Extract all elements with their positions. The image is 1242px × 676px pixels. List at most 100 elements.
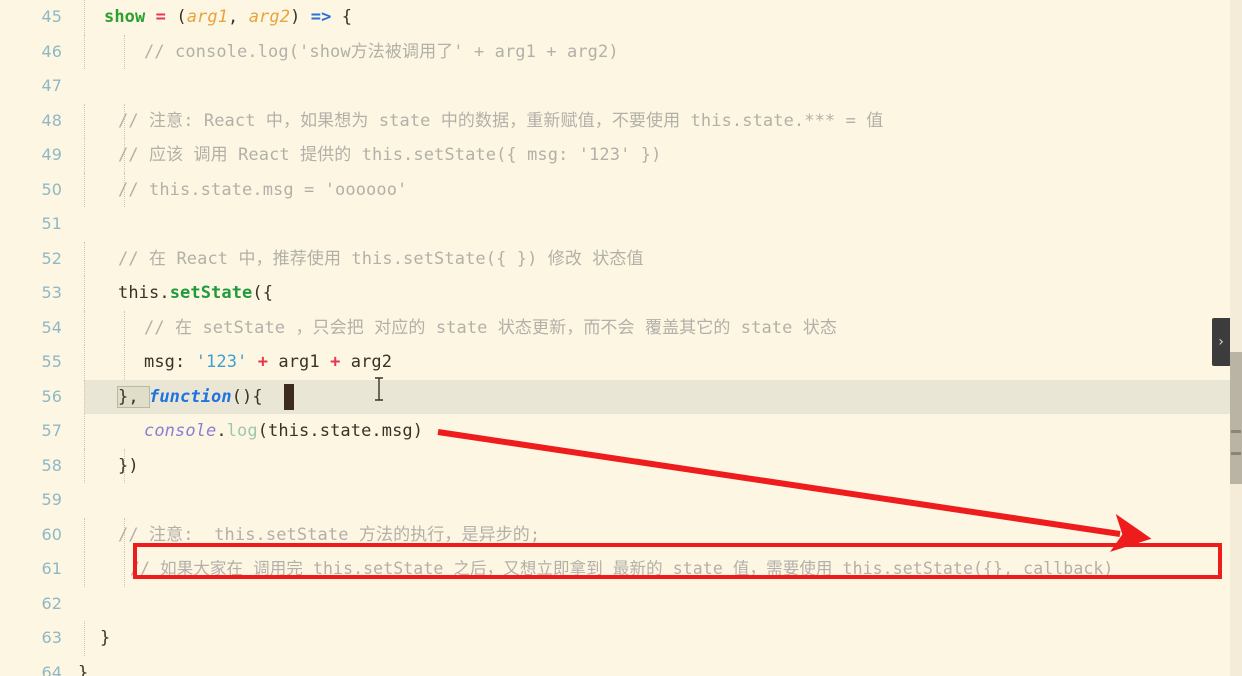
code-line[interactable]: 52 // 在 React 中，推荐使用 this.setState({ }) … <box>0 241 1242 277</box>
code-line[interactable]: 49 // 应该 调用 React 提供的 this.setState({ ms… <box>0 138 1242 173</box>
token-matching-brace: }, <box>116 385 151 408</box>
indent-guide <box>84 276 85 311</box>
token-parameter: arg1 <box>186 7 229 27</box>
code-content[interactable]: msg: '123' + arg1 + arg2 <box>144 345 392 380</box>
code-editor[interactable]: 45 show = (arg1, arg2) => { 46 // consol… <box>0 0 1242 676</box>
code-line[interactable]: 54 // 在 setState ，只会把 对应的 state 状态更新，而不会… <box>0 310 1242 346</box>
code-line[interactable]: 55 msg: '123' + arg1 + arg2 <box>0 345 1242 380</box>
code-line[interactable]: 63 } <box>0 621 1242 656</box>
token-punctuation: , <box>228 7 249 27</box>
code-line[interactable]: 64 } <box>0 655 1242 676</box>
line-number: 63 <box>41 628 62 647</box>
code-line[interactable]: 46 // console.log('show方法被调用了' + arg1 + … <box>0 34 1242 70</box>
code-line-current[interactable]: 56 }, function(){ <box>0 379 1242 415</box>
code-line[interactable]: 58 }) <box>0 448 1242 484</box>
indent-guide <box>84 552 85 587</box>
line-number: 53 <box>41 283 62 302</box>
code-content[interactable]: }, function(){ <box>116 380 263 415</box>
indent-guide <box>124 34 125 69</box>
code-lines-container[interactable]: 45 show = (arg1, arg2) => { 46 // consol… <box>0 0 1242 676</box>
indent-guide <box>84 621 85 656</box>
indent-guide <box>84 379 85 414</box>
code-line[interactable]: 51 <box>0 207 1242 242</box>
token-arguments: (this.state.msg) <box>257 421 424 441</box>
code-content[interactable]: console.log(this.state.msg) <box>144 414 423 449</box>
vertical-scrollbar-track[interactable] <box>1230 0 1242 676</box>
token-punctuation: ) <box>290 7 301 27</box>
indent-guide <box>84 345 85 380</box>
code-content[interactable]: // 注意: React 中，如果想为 state 中的数据，重新赋值，不要使用… <box>118 104 883 139</box>
code-line[interactable]: 61 // 如果大家在 调用完 this.setState 之后，又想立即拿到 … <box>0 552 1242 587</box>
code-line[interactable]: 48 // 注意: React 中，如果想为 state 中的数据，重新赋值，不… <box>0 103 1242 139</box>
line-number: 56 <box>0 379 62 414</box>
token-method: setState <box>169 283 253 303</box>
line-number: 57 <box>41 421 62 440</box>
expand-panel-tab[interactable]: › <box>1212 318 1230 366</box>
code-line[interactable]: 53 this.setState({ <box>0 276 1242 311</box>
line-number: 51 <box>41 214 62 233</box>
code-line[interactable]: 62 <box>0 586 1242 621</box>
indent-guide <box>124 552 125 587</box>
line-number: 59 <box>41 490 62 509</box>
line-number: 45 <box>41 7 62 26</box>
token-punctuation: ( <box>176 7 187 27</box>
indent-guide <box>84 0 85 35</box>
code-line[interactable]: 57 console.log(this.state.msg) <box>0 414 1242 449</box>
code-content[interactable]: this.setState({ <box>118 276 273 311</box>
chevron-right-icon: › <box>1218 334 1224 350</box>
indent-guide <box>84 241 85 276</box>
token-property-key: msg: <box>144 352 196 372</box>
code-content[interactable]: // console.log('show方法被调用了' + arg1 + arg… <box>144 35 619 70</box>
token-punctuation: (){ <box>231 386 263 407</box>
line-number: 54 <box>41 317 62 337</box>
code-content[interactable]: }) <box>118 449 139 484</box>
vertical-scrollbar-thumb[interactable] <box>1230 352 1242 484</box>
token-this: this. <box>118 283 170 303</box>
line-number: 48 <box>41 110 62 130</box>
code-content[interactable]: show = (arg1, arg2) => { <box>104 0 352 35</box>
token-brace: { <box>341 7 353 27</box>
line-number: 62 <box>41 593 62 613</box>
code-content[interactable]: // 注意: this.setState 方法的执行，是异步的; <box>118 518 540 553</box>
indent-guide <box>84 517 85 552</box>
token-function-keyword: function <box>149 386 232 407</box>
code-content[interactable]: // 在 setState ，只会把 对应的 state 状态更新，而不会 覆盖… <box>144 311 837 346</box>
line-number: 46 <box>41 41 62 61</box>
indent-guide <box>84 138 85 173</box>
token-identifier: arg2 <box>350 352 393 372</box>
token-string: '123' <box>195 352 248 372</box>
indent-guide <box>84 34 85 69</box>
code-content[interactable]: // 在 React 中，推荐使用 this.setState({ }) 修改 … <box>118 242 644 277</box>
token-arrow-operator: => <box>300 7 342 27</box>
code-line[interactable]: 60 // 注意: this.setState 方法的执行，是异步的; <box>0 517 1242 553</box>
token-identifier: show <box>104 7 146 27</box>
indent-guide <box>124 345 125 380</box>
indent-guide <box>84 448 85 483</box>
code-line[interactable]: 47 <box>0 69 1242 104</box>
code-line[interactable]: 59 <box>0 483 1242 518</box>
code-content[interactable]: } <box>100 621 110 656</box>
code-content[interactable]: // 如果大家在 调用完 this.setState 之后，又想立即拿到 最新的… <box>130 552 1113 587</box>
scrollbar-marker <box>1231 430 1241 433</box>
token-console-object: console <box>144 421 217 441</box>
line-number: 61 <box>41 559 62 578</box>
token-operator: = <box>145 7 177 27</box>
indent-guide <box>84 310 85 345</box>
indent-guide <box>124 310 125 345</box>
line-number: 60 <box>41 524 62 544</box>
line-number: 58 <box>41 455 62 475</box>
code-content[interactable]: // 应该 调用 React 提供的 this.setState({ msg: … <box>118 138 661 173</box>
line-number: 64 <box>41 662 62 676</box>
indent-guide <box>84 414 85 449</box>
line-number: 50 <box>41 179 62 199</box>
token-operator: + <box>319 352 351 372</box>
line-number: 52 <box>41 248 62 268</box>
code-line[interactable]: 50 // this.state.msg = 'oooooo' <box>0 172 1242 208</box>
code-content[interactable]: // this.state.msg = 'oooooo' <box>118 173 407 208</box>
indent-guide <box>84 172 85 207</box>
line-number: 47 <box>41 76 62 95</box>
text-caret <box>284 383 294 410</box>
token-parameter: arg2 <box>248 7 291 27</box>
code-line[interactable]: 45 show = (arg1, arg2) => { <box>0 0 1242 35</box>
code-content[interactable]: } <box>78 656 88 676</box>
